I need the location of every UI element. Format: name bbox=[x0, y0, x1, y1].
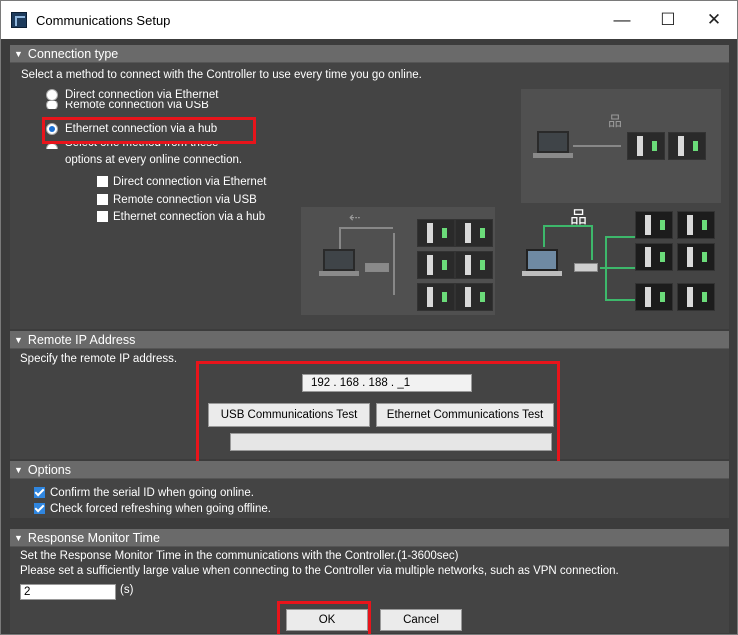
controller-icon bbox=[417, 283, 455, 311]
laptop-base bbox=[319, 271, 359, 276]
response-desc-1: Set the Response Monitor Time in the com… bbox=[20, 550, 459, 562]
controller-icon bbox=[455, 219, 493, 247]
response-time-unit: (s) bbox=[120, 584, 134, 596]
collapse-triangle-icon: ▼ bbox=[14, 334, 23, 345]
controller-icon bbox=[455, 251, 493, 279]
collapse-triangle-icon: ▼ bbox=[14, 464, 23, 475]
controller-icon bbox=[635, 243, 673, 271]
cable-line bbox=[605, 299, 635, 301]
check-label: Direct connection via Ethernet bbox=[113, 175, 267, 188]
radio-label-continued: options at every online connection. bbox=[65, 154, 243, 166]
collapse-triangle-icon: ▼ bbox=[14, 532, 23, 543]
close-button[interactable]: ✕ bbox=[691, 1, 737, 39]
laptop-icon bbox=[323, 249, 355, 271]
cancel-button[interactable]: Cancel bbox=[380, 609, 462, 631]
laptop-icon bbox=[526, 249, 558, 271]
cable-line bbox=[591, 225, 593, 260]
remote-ip-title: Remote IP Address bbox=[27, 332, 136, 347]
title-bar: Communications Setup — ☐ ✕ bbox=[1, 1, 737, 39]
controller-icon bbox=[677, 243, 715, 271]
cable-line bbox=[339, 227, 341, 249]
response-time-input[interactable]: 2 bbox=[20, 584, 116, 600]
minimize-button[interactable]: — bbox=[599, 1, 645, 39]
radio-remote-usb[interactable]: Remote connection via USB bbox=[46, 101, 209, 109]
radio-label: Direct connection via Ethernet bbox=[65, 89, 219, 101]
response-monitor-title: Response Monitor Time bbox=[27, 530, 160, 545]
radio-label: Remote connection via USB bbox=[65, 101, 209, 109]
controller-icon bbox=[635, 283, 673, 311]
checkbox-icon[interactable] bbox=[97, 194, 108, 205]
connection-prompt: Select a method to connect with the Cont… bbox=[21, 69, 422, 81]
cable-line bbox=[573, 145, 621, 147]
controller-icon bbox=[455, 283, 493, 311]
radio-icon[interactable] bbox=[46, 101, 58, 109]
collapse-triangle-icon: ▼ bbox=[14, 48, 23, 59]
cable-line bbox=[605, 267, 635, 269]
options-header[interactable]: ▼ Options bbox=[10, 461, 729, 479]
window-title: Communications Setup bbox=[36, 12, 171, 28]
cable-line bbox=[339, 227, 393, 229]
checkbox-icon[interactable] bbox=[97, 211, 108, 222]
sub-check-ethernet-hub[interactable]: Ethernet connection via a hub bbox=[97, 209, 265, 224]
controller-icon bbox=[627, 132, 665, 160]
response-desc-2: Please set a sufficiently large value wh… bbox=[20, 565, 619, 577]
option-confirm-serial[interactable]: Confirm the serial ID when going online. bbox=[34, 485, 254, 500]
sub-check-remote-usb[interactable]: Remote connection via USB bbox=[97, 192, 257, 207]
cable-line bbox=[543, 225, 591, 227]
checkbox-checked-icon[interactable] bbox=[34, 487, 45, 498]
controller-icon bbox=[417, 251, 455, 279]
hub-icon bbox=[365, 263, 389, 272]
app-icon bbox=[11, 12, 27, 28]
options-title: Options bbox=[27, 462, 72, 477]
remote-ip-header[interactable]: ▼ Remote IP Address bbox=[10, 331, 729, 349]
response-monitor-header[interactable]: ▼ Response Monitor Time bbox=[10, 529, 729, 547]
connection-type-title: Connection type bbox=[27, 46, 119, 61]
highlight-ok-button bbox=[277, 601, 371, 634]
cable-line bbox=[543, 225, 545, 247]
checkbox-icon[interactable] bbox=[97, 176, 108, 187]
usb-icon: ⇠ bbox=[349, 209, 361, 225]
highlight-ethernet-hub bbox=[42, 117, 256, 144]
controller-icon bbox=[677, 283, 715, 311]
controller-icon bbox=[668, 132, 706, 160]
controller-icon bbox=[417, 219, 455, 247]
remote-ip-section: ▼ Remote IP Address Specify the remote I… bbox=[10, 331, 729, 471]
laptop-base bbox=[522, 271, 562, 276]
diagram-ethernet-hub: 品 bbox=[510, 203, 728, 323]
cable-line bbox=[605, 236, 635, 238]
laptop-base bbox=[533, 153, 573, 158]
check-label: Ethernet connection via a hub bbox=[113, 210, 266, 223]
controller-icon bbox=[677, 211, 715, 239]
connection-type-header[interactable]: ▼ Connection type bbox=[10, 45, 729, 63]
highlight-remote-ip bbox=[196, 361, 560, 471]
network-icon: 品 bbox=[608, 113, 622, 129]
diagram-direct-ethernet: 品 bbox=[521, 89, 721, 203]
diagram-remote-usb: ⇠ bbox=[301, 207, 495, 315]
option-label: Confirm the serial ID when going online. bbox=[50, 486, 254, 499]
options-section: ▼ Options Confirm the serial ID when goi… bbox=[10, 461, 729, 518]
controller-icon bbox=[635, 211, 673, 239]
cable-line bbox=[393, 233, 395, 295]
check-label: Remote connection via USB bbox=[113, 193, 257, 206]
communications-setup-window: Communications Setup — ☐ ✕ ▼ Connection … bbox=[0, 0, 738, 635]
option-label: Check forced refreshing when going offli… bbox=[50, 502, 271, 515]
radio-icon[interactable] bbox=[46, 89, 58, 101]
option-forced-refresh[interactable]: Check forced refreshing when going offli… bbox=[34, 501, 271, 516]
hub-icon bbox=[574, 263, 598, 272]
checkbox-checked-icon[interactable] bbox=[34, 503, 45, 514]
sub-check-direct-ethernet[interactable]: Direct connection via Ethernet bbox=[97, 174, 266, 189]
remote-ip-prompt: Specify the remote IP address. bbox=[20, 353, 178, 365]
maximize-button[interactable]: ☐ bbox=[645, 1, 691, 39]
laptop-icon bbox=[537, 131, 569, 153]
connection-type-section: ▼ Connection type Select a method to con… bbox=[10, 45, 729, 329]
